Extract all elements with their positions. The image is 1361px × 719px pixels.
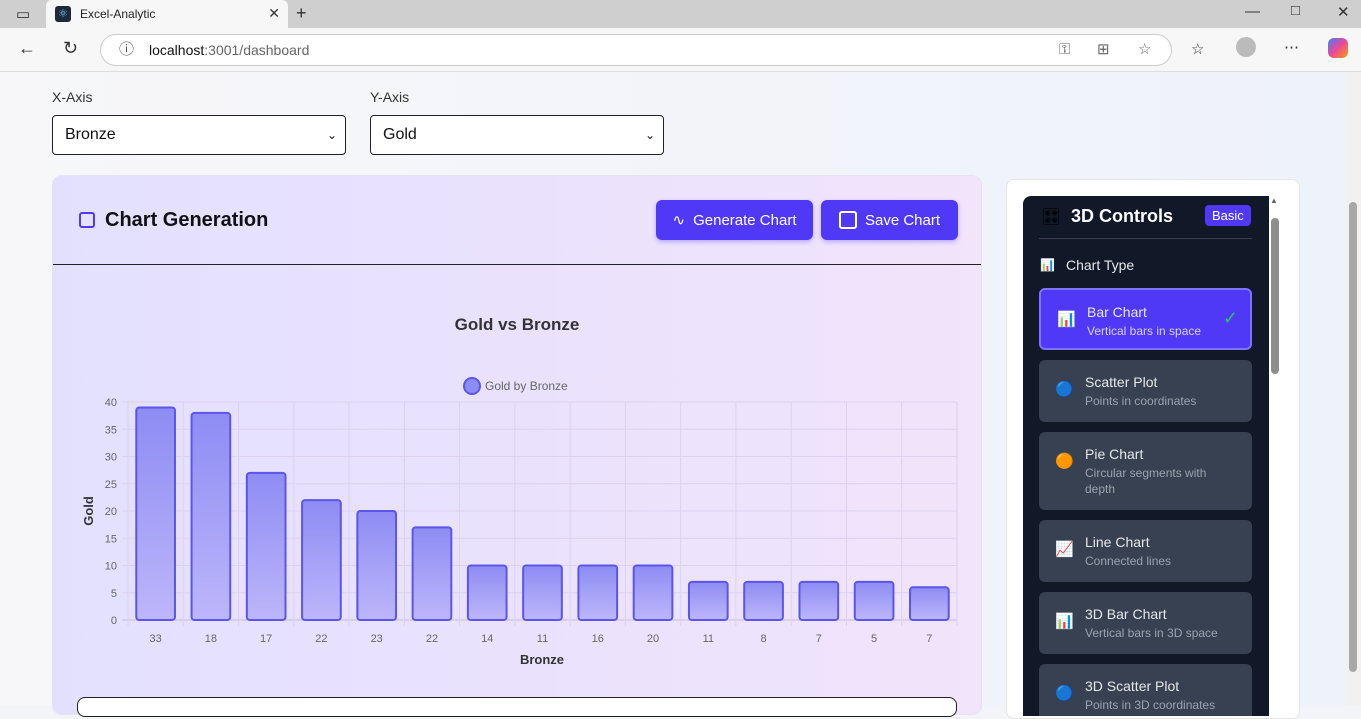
copilot-icon[interactable] xyxy=(1328,38,1348,58)
chart-type-option[interactable]: 🟠 Pie Chart Circular segments with depth xyxy=(1039,432,1252,510)
x-tick-label: 14 xyxy=(481,633,493,645)
y-tick-label: 20 xyxy=(105,506,117,518)
bar xyxy=(301,499,342,622)
y-axis-title: Gold xyxy=(81,496,96,526)
y-tick-label: 40 xyxy=(105,397,117,409)
option-desc: Points in 3D coordinates xyxy=(1085,698,1216,712)
page-scrollbar[interactable] xyxy=(1345,72,1361,706)
bar xyxy=(909,586,950,621)
favorites-icon[interactable]: ☆ xyxy=(1191,40,1204,58)
controls-sidebar: 🎛 3D Controls Basic 📊 Chart Type 📊 Bar Ch… xyxy=(1006,179,1300,719)
bar xyxy=(190,411,232,621)
3d-controls-panel: 🎛 3D Controls Basic 📊 Chart Type 📊 Bar Ch… xyxy=(1023,196,1269,716)
y-tick-label: 0 xyxy=(111,615,117,627)
divider xyxy=(1039,238,1252,239)
line-chart-icon: 📈 xyxy=(1055,541,1074,558)
option-desc: Vertical bars in space xyxy=(1087,324,1202,338)
x-tick-label: 18 xyxy=(205,633,217,645)
x-tick-label: 33 xyxy=(150,633,162,645)
x-tick-label: 11 xyxy=(703,633,714,645)
chart-type-option[interactable]: 📊 Bar Chart Vertical bars in space ✓ xyxy=(1039,288,1252,350)
bar xyxy=(411,526,453,621)
x-tick-label: 17 xyxy=(260,633,272,645)
x-tick-label: 20 xyxy=(647,633,659,645)
bar xyxy=(135,406,176,622)
chart-type-option[interactable]: 📊 3D Bar Chart Vertical bars in 3D space xyxy=(1039,592,1252,654)
option-desc: Points in coordinates xyxy=(1085,394,1197,408)
option-title: 3D Scatter Plot xyxy=(1085,678,1180,694)
option-title: Bar Chart xyxy=(1087,304,1147,320)
bar xyxy=(466,564,508,621)
chart-type-option[interactable]: 🔵 Scatter Plot Points in coordinates xyxy=(1039,360,1252,422)
bar-chart-icon: 📊 xyxy=(1055,613,1074,630)
x-axis-title: Bronze xyxy=(520,652,564,667)
option-title: Line Chart xyxy=(1085,534,1150,550)
option-title: Scatter Plot xyxy=(1085,374,1158,390)
chart-title: Gold vs Bronze xyxy=(455,315,580,334)
sphere-icon: 🔵 xyxy=(1055,381,1074,398)
option-desc: Circular segments with depth xyxy=(1085,466,1207,496)
bar xyxy=(522,564,563,621)
option-desc: Connected lines xyxy=(1085,554,1172,568)
x-tick-label: 5 xyxy=(871,633,877,645)
chart-type-option[interactable]: 🔵 3D Scatter Plot Points in 3D coordinates xyxy=(1039,664,1252,716)
bottom-panel xyxy=(77,697,957,717)
more-icon[interactable]: ⋯ xyxy=(1284,38,1299,56)
option-title: Pie Chart xyxy=(1085,446,1144,462)
x-tick-label: 7 xyxy=(816,633,822,645)
check-icon: ✓ xyxy=(1222,308,1238,328)
y-tick-label: 15 xyxy=(105,533,117,545)
close-window-icon[interactable]: ✕ xyxy=(1337,3,1350,21)
bar-chart: Gold vs Bronze Gold by Bronze 0 5 10 15 20 25 30… xyxy=(81,315,958,667)
maximize-icon[interactable]: □ xyxy=(1291,2,1300,19)
option-title: 3D Bar Chart xyxy=(1085,606,1167,622)
bar xyxy=(356,510,398,621)
legend-label: Gold by Bronze xyxy=(485,379,568,393)
x-tick-label: 16 xyxy=(592,633,604,645)
x-tick-label: 7 xyxy=(926,633,932,645)
bar xyxy=(853,580,895,621)
apps-icon[interactable]: ⊞ xyxy=(1097,35,1110,65)
sphere-icon: 🔵 xyxy=(1055,685,1074,702)
bar xyxy=(632,564,674,621)
x-tick-label: 8 xyxy=(761,633,767,645)
y-tick-label: 25 xyxy=(105,479,117,491)
pie-icon: 🟠 xyxy=(1055,453,1074,470)
section-label: Chart Type xyxy=(1066,257,1135,273)
minimize-icon[interactable]: — xyxy=(1245,3,1260,20)
profile-avatar[interactable] xyxy=(1236,37,1256,57)
y-tick-label: 30 xyxy=(105,452,117,464)
x-tick-label: 23 xyxy=(371,633,383,645)
option-desc: Vertical bars in 3D space xyxy=(1085,626,1218,640)
bar xyxy=(798,580,840,621)
favorite-star-icon[interactable]: ☆ xyxy=(1138,35,1151,65)
key-icon[interactable]: ⚿ xyxy=(1059,35,1070,65)
control-knobs-icon: 🎛 xyxy=(1041,209,1062,226)
chart-type-option[interactable]: 📈 Line Chart Connected lines xyxy=(1039,520,1252,582)
bar-chart-icon: 📊 xyxy=(1057,311,1076,328)
x-tick-label: 22 xyxy=(426,633,438,645)
panel-scrollbar[interactable]: ▲ xyxy=(1267,196,1281,706)
y-tick-label: 10 xyxy=(105,561,117,573)
bar xyxy=(577,564,619,621)
chart-type-icon: 📊 xyxy=(1040,258,1055,272)
y-tick-label: 35 xyxy=(105,424,117,436)
bar xyxy=(245,471,287,621)
legend-swatch xyxy=(463,377,481,395)
bar xyxy=(687,580,729,621)
x-tick-label: 11 xyxy=(537,633,548,645)
controls-title: 3D Controls xyxy=(1071,206,1174,226)
mode-badge[interactable]: Basic xyxy=(1205,205,1251,226)
y-tick-label: 5 xyxy=(111,588,117,600)
x-tick-label: 22 xyxy=(315,633,327,645)
bar xyxy=(743,580,784,621)
